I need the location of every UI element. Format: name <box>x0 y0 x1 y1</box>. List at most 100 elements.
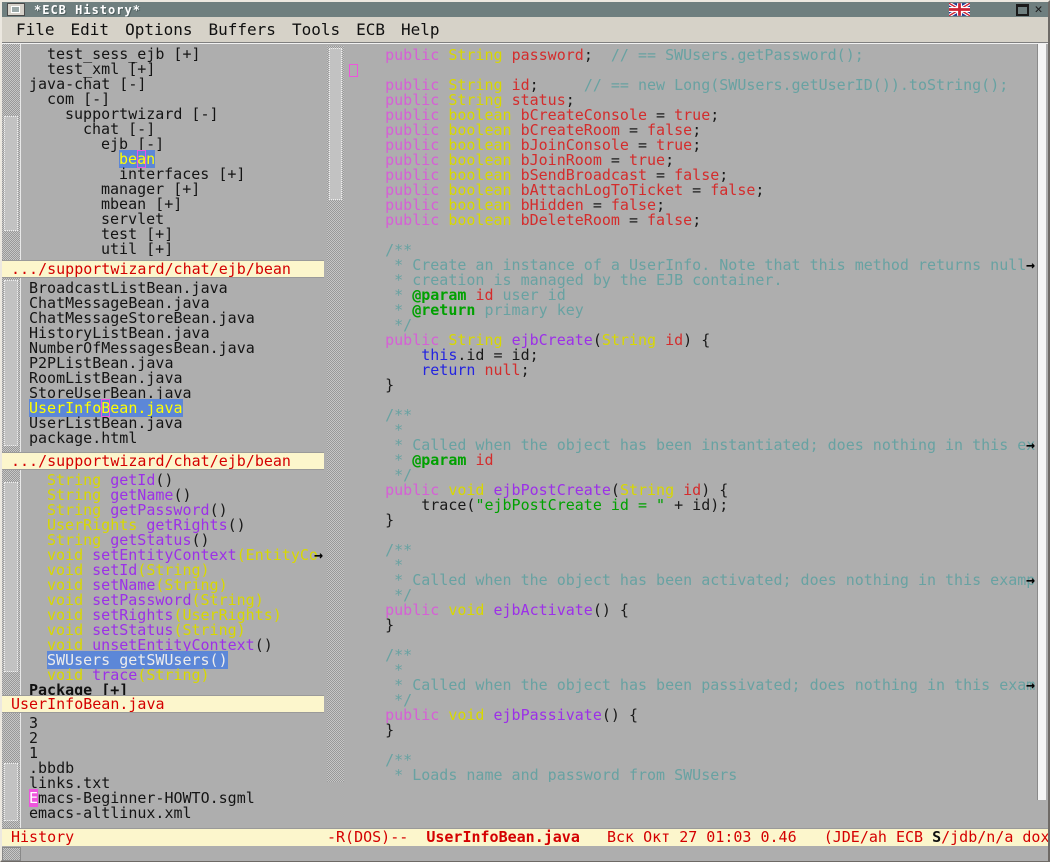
code-segment <box>439 603 448 618</box>
code-segment: ; <box>656 198 665 213</box>
sources-pane-header: .../supportwizard/chat/ejb/bean <box>2 260 324 278</box>
code-segment: boolean <box>448 213 511 228</box>
tree-item[interactable]: supportwizard [-] <box>21 107 324 122</box>
code-segment <box>439 213 448 228</box>
code-editor[interactable]: public String password; // == SWUsers.ge… <box>349 48 1036 782</box>
code-segment <box>349 168 385 183</box>
code-segment: () { <box>593 603 629 618</box>
menu-item-ecb[interactable]: ECB <box>348 18 393 41</box>
code-line: public String id; // == new Long(SWUsers… <box>349 78 1036 93</box>
code-segment <box>349 363 421 378</box>
code-segment: () <box>255 636 273 654</box>
code-segment: */ <box>349 693 412 708</box>
modeline-segment: S <box>932 828 941 846</box>
methods-scrollbar[interactable] <box>2 470 21 695</box>
code-line: public boolean bHidden = false; <box>349 198 1036 213</box>
menu-item-tools[interactable]: Tools <box>284 18 348 41</box>
code-segment <box>349 603 385 618</box>
code-segment <box>439 108 448 123</box>
history-item[interactable]: emacs-altlinux.xml <box>21 806 324 821</box>
titlebar[interactable]: *ECB History* ✕ <box>2 2 1048 17</box>
code-segment <box>439 483 448 498</box>
code-segment: ) { <box>701 483 728 498</box>
code-segment: * <box>349 453 412 468</box>
code-line: public String password; // == SWUsers.ge… <box>349 48 1036 63</box>
code-line: * Called when the object has been activa… <box>349 573 1036 588</box>
editor-scrollbar[interactable] <box>324 44 347 782</box>
keyboard-layout-flag-icon[interactable] <box>949 3 970 16</box>
history-scrollbar[interactable] <box>2 713 21 828</box>
code-segment: ejbPassivate <box>494 708 602 723</box>
text-cursor <box>349 64 358 77</box>
code-segment: String <box>602 333 656 348</box>
scrollbar-thumb[interactable] <box>4 280 18 446</box>
methods-list: String getId()String getName()String get… <box>21 470 324 695</box>
code-segment: * creation is managed by the EJB contain… <box>349 273 782 288</box>
file-item[interactable]: package.html <box>21 431 324 446</box>
code-segment: public <box>385 138 439 153</box>
code-segment: void <box>448 708 484 723</box>
code-segment <box>439 708 448 723</box>
code-segment: public <box>385 708 439 723</box>
menu-item-help[interactable]: Help <box>393 18 448 41</box>
code-segment: ; <box>692 138 701 153</box>
code-line: * <box>349 558 1036 573</box>
menu-item-buffers[interactable]: Buffers <box>201 18 284 41</box>
menu-item-file[interactable]: File <box>8 18 63 41</box>
history-item[interactable]: 2 <box>21 731 324 746</box>
code-segment: = <box>647 108 674 123</box>
code-segment <box>349 48 385 63</box>
code-segment: boolean <box>448 138 511 153</box>
code-segment <box>674 483 683 498</box>
tree-item[interactable]: ejb [-] <box>21 137 324 152</box>
method-item[interactable]: Package [+] <box>21 683 324 695</box>
code-segment <box>512 123 521 138</box>
code-segment: () { <box>602 708 638 723</box>
maximize-icon[interactable] <box>1016 4 1029 16</box>
code-segment <box>503 333 512 348</box>
code-segment <box>349 153 385 168</box>
code-line: * creation is managed by the EJB contain… <box>349 273 1036 288</box>
code-segment <box>349 708 385 723</box>
code-segment: ; <box>710 108 719 123</box>
modeline-segment: -R(DOS)-- <box>327 828 426 846</box>
code-line: * <box>349 423 1036 438</box>
code-segment: password <box>512 48 584 63</box>
code-segment: String <box>448 48 502 63</box>
code-segment: public <box>385 183 439 198</box>
window-menu-icon[interactable] <box>7 3 25 16</box>
code-segment: * <box>349 558 403 573</box>
menu-item-options[interactable]: Options <box>117 18 200 41</box>
code-segment: user id <box>494 288 566 303</box>
tree-item[interactable]: chat [-] <box>21 122 324 137</box>
history-item[interactable]: 3 <box>21 716 324 731</box>
code-segment: bHidden <box>521 198 584 213</box>
code-segment <box>439 48 448 63</box>
code-line: public boolean bSendBroadcast = false; <box>349 168 1036 183</box>
scrollbar-thumb[interactable] <box>4 482 18 672</box>
code-line: * Called when the object has been passiv… <box>349 678 1036 693</box>
code-line: /** <box>349 243 1036 258</box>
main-content: test_sess_ejb [+]test_xml [+]java-chat [… <box>2 43 1048 860</box>
sources-scrollbar[interactable] <box>2 278 21 452</box>
scrollbar-thumb[interactable] <box>329 48 342 200</box>
minibuffer-scrollbar-stub <box>2 847 21 861</box>
code-segment <box>439 183 448 198</box>
directories-scrollbar[interactable] <box>2 44 21 260</box>
code-segment: id <box>475 288 493 303</box>
code-line: * @param id <box>349 453 1036 468</box>
close-icon[interactable]: ✕ <box>1032 4 1045 16</box>
code-segment: id <box>512 78 530 93</box>
code-line: * @return primary key <box>349 303 1036 318</box>
code-segment: /** <box>349 408 412 423</box>
code-segment: "ejbPostCreate id = " <box>475 498 665 513</box>
tree-item[interactable]: mbean [+] <box>21 197 324 212</box>
code-line: /** <box>349 648 1036 663</box>
code-line: /** <box>349 408 1036 423</box>
scrollbar-thumb[interactable] <box>4 763 18 821</box>
scrollbar-thumb[interactable] <box>4 116 18 231</box>
menu-item-edit[interactable]: Edit <box>63 18 118 41</box>
tree-item[interactable]: util [+] <box>21 242 324 257</box>
code-segment: bJoinConsole <box>521 138 629 153</box>
code-segment: false <box>647 213 692 228</box>
